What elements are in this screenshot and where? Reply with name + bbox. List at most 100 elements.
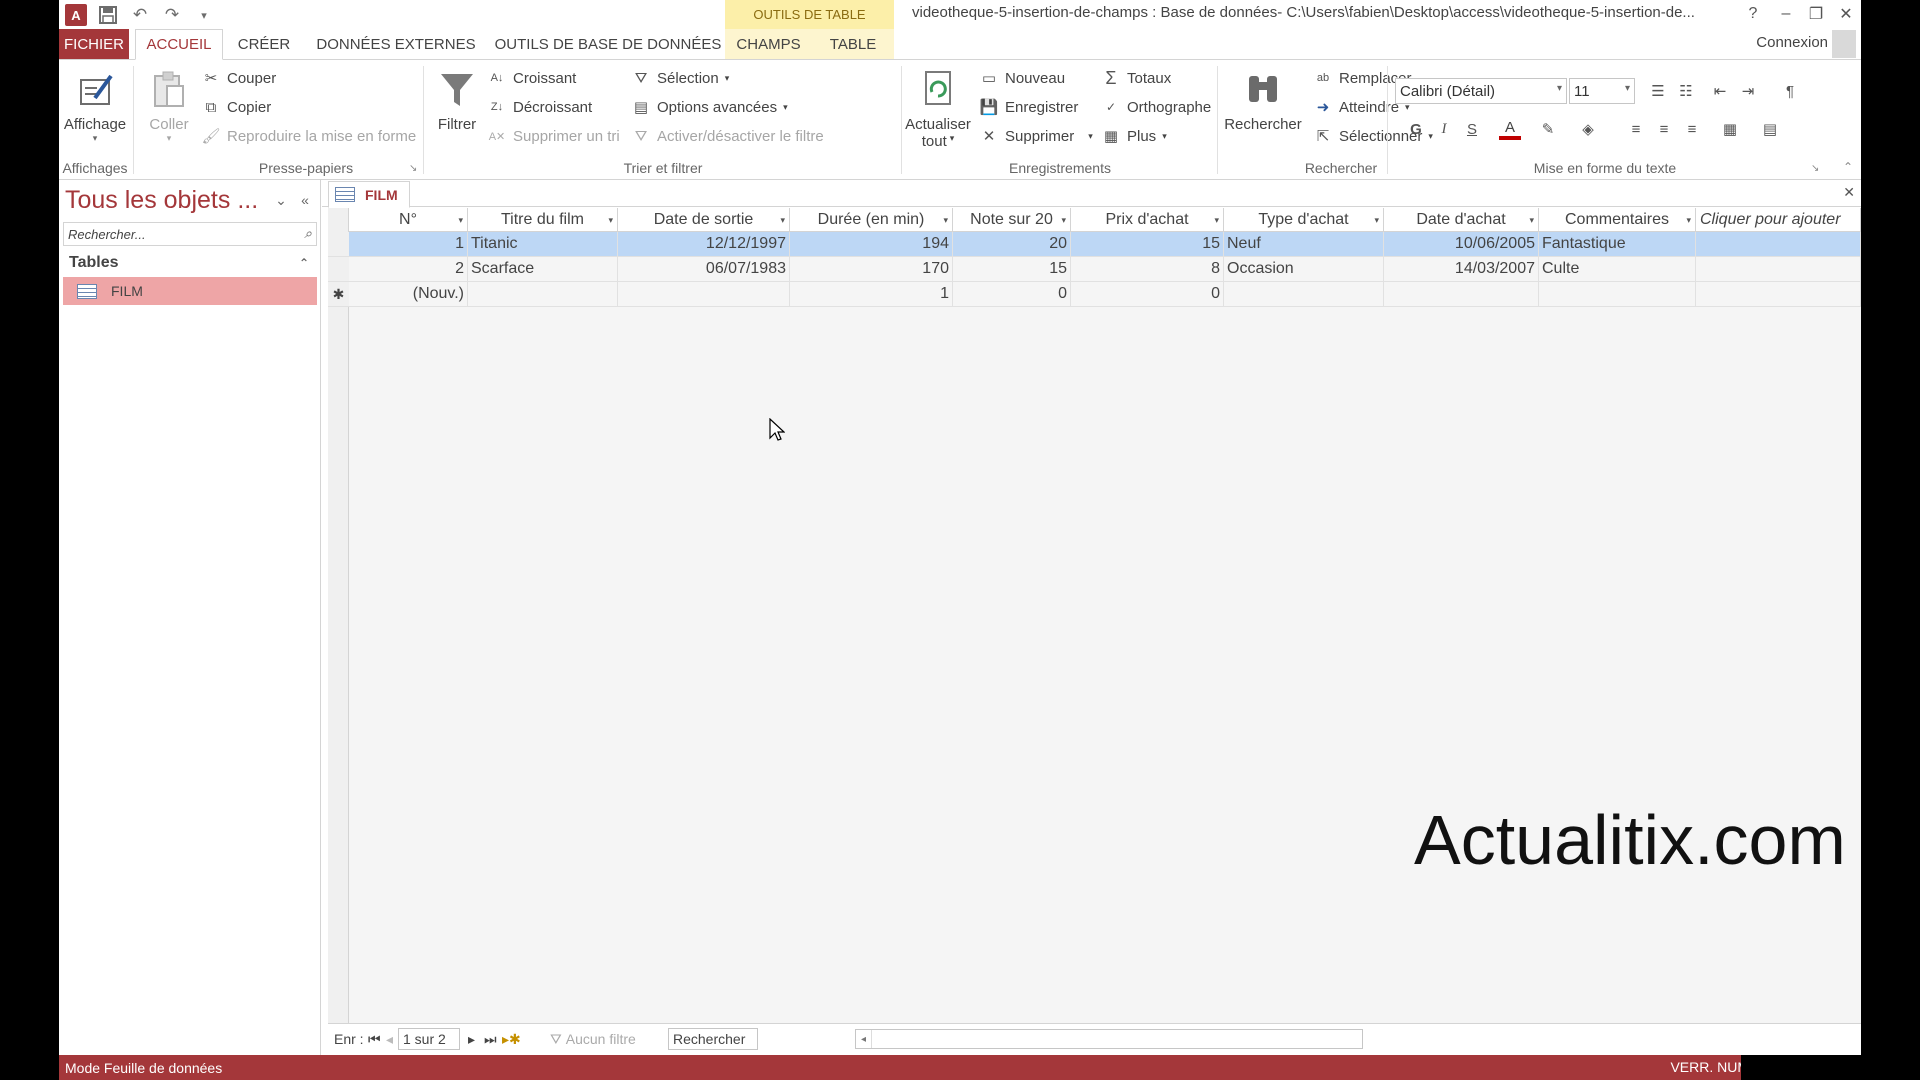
align-right-icon[interactable]: ≡ <box>1681 118 1703 140</box>
rechercher-button[interactable]: Rechercher <box>1221 68 1305 133</box>
scroll-left-icon[interactable]: ◂ <box>856 1030 872 1048</box>
bold-button[interactable]: G <box>1405 118 1427 140</box>
column-dropdown-icon[interactable]: ▾ <box>943 215 948 226</box>
enregistrer-button[interactable]: 💾 Enregistrer <box>979 97 1079 117</box>
cell-note-sur-20[interactable]: 15 <box>953 257 1071 282</box>
cell-titre-du-film[interactable] <box>468 282 618 307</box>
cell-numero[interactable]: (Nouv.) <box>349 282 468 307</box>
column-dropdown-icon[interactable]: ▾ <box>608 215 613 226</box>
cell-commentaires[interactable]: Fantastique <box>1539 232 1696 257</box>
plus-button[interactable]: ▦ Plus ▾ <box>1101 126 1167 146</box>
horizontal-scrollbar[interactable]: ◂ <box>855 1029 1363 1049</box>
cell-date-achat[interactable]: 14/03/2007 <box>1384 257 1539 282</box>
cell-note-sur-20[interactable]: 20 <box>953 232 1071 257</box>
cell-titre-du-film[interactable]: Titanic <box>468 232 618 257</box>
cell-type-achat[interactable] <box>1224 282 1384 307</box>
record-selector[interactable]: ✱ <box>328 282 349 307</box>
record-position-input[interactable]: 1 sur 2 <box>398 1028 460 1050</box>
cell-prix-achat[interactable]: 8 <box>1071 257 1224 282</box>
tab-fichier[interactable]: FICHIER <box>59 29 129 60</box>
numbering-icon[interactable]: ☷ <box>1675 80 1697 102</box>
undo-icon[interactable]: ↶ <box>129 4 151 26</box>
cell-date-achat[interactable]: 10/06/2005 <box>1384 232 1539 257</box>
cell-cliquer-pour-ajouter[interactable] <box>1696 257 1861 282</box>
tab-champs[interactable]: CHAMPS <box>725 29 812 60</box>
first-record-icon[interactable]: ⏮ <box>368 1028 381 1050</box>
tab-accueil[interactable]: ACCUEIL <box>135 29 223 60</box>
record-selector[interactable] <box>328 232 349 257</box>
nav-menu-icon[interactable]: ⌄ <box>271 190 291 210</box>
cell-date-de-sortie[interactable] <box>618 282 790 307</box>
copier-button[interactable]: ⧉ Copier <box>201 97 272 117</box>
collapse-ribbon-icon[interactable]: ⌃ <box>1843 160 1853 174</box>
column-header-type-achat[interactable]: Type d'achat ▾ <box>1224 208 1384 232</box>
column-header-numero[interactable]: N° ▾ <box>349 208 468 232</box>
close-document-icon[interactable]: ✕ <box>1843 184 1855 201</box>
filtrer-button[interactable]: Filtrer <box>427 68 487 133</box>
restore-button[interactable]: ❐ <box>1801 2 1831 26</box>
customize-qat-icon[interactable]: ▾ <box>193 4 215 26</box>
cell-commentaires[interactable] <box>1539 282 1696 307</box>
cell-prix-achat[interactable]: 15 <box>1071 232 1224 257</box>
document-tab-film[interactable]: FILM <box>328 181 410 208</box>
align-center-icon[interactable]: ≡ <box>1653 118 1675 140</box>
previous-record-icon[interactable]: ◂ <box>386 1028 393 1050</box>
alternate-row-color-icon[interactable]: ▤ <box>1759 118 1781 140</box>
reproduire-mise-en-forme-button[interactable]: 🖌 Reproduire la mise en forme <box>201 126 416 146</box>
font-size-select[interactable]: 11 ▾ <box>1569 78 1635 104</box>
gridlines-icon[interactable]: ▦ <box>1719 118 1741 140</box>
selection-button[interactable]: ⛛ Sélection ▾ <box>631 68 730 88</box>
column-dropdown-icon[interactable]: ▾ <box>1529 215 1534 226</box>
indent-increase-icon[interactable]: ⇥ <box>1737 80 1759 102</box>
nav-section-tables[interactable]: Tables ⌃ <box>63 250 317 276</box>
cell-duree[interactable]: 170 <box>790 257 953 282</box>
save-icon[interactable] <box>97 4 119 26</box>
cell-duree[interactable]: 194 <box>790 232 953 257</box>
column-dropdown-icon[interactable]: ▾ <box>1214 215 1219 226</box>
collapse-pane-icon[interactable]: « <box>295 190 315 210</box>
nav-pane-title[interactable]: Tous les objets ... <box>65 186 258 215</box>
dialog-launcher-icon[interactable]: ↘ <box>1811 163 1819 174</box>
column-dropdown-icon[interactable]: ▾ <box>780 215 785 226</box>
new-record-nav-icon[interactable]: ▸✱ <box>502 1028 521 1050</box>
affichage-button[interactable]: Affichage ▾ <box>59 68 131 144</box>
column-header-note-sur-20[interactable]: Note sur 20 ▾ <box>953 208 1071 232</box>
nouveau-button[interactable]: ▭ Nouveau <box>979 68 1065 88</box>
highlight-icon[interactable]: ✎ <box>1537 118 1559 140</box>
avatar[interactable] <box>1832 30 1856 58</box>
couper-button[interactable]: ✂ Couper <box>201 68 277 88</box>
activer-filtre-button[interactable]: ⛛ Activer/désactiver le filtre <box>631 126 824 146</box>
next-record-icon[interactable]: ▸ <box>468 1028 475 1050</box>
column-dropdown-icon[interactable]: ▾ <box>1061 215 1066 226</box>
align-left-icon[interactable]: ≡ <box>1625 118 1647 140</box>
cell-type-achat[interactable]: Neuf <box>1224 232 1384 257</box>
supprimer-button[interactable]: ✕ Supprimer ▾ <box>979 126 1093 146</box>
background-color-icon[interactable]: ◈ <box>1577 118 1599 140</box>
orthographe-button[interactable]: ✓ Orthographe <box>1101 97 1211 117</box>
column-dropdown-icon[interactable]: ▾ <box>1686 215 1691 226</box>
indent-decrease-icon[interactable]: ⇤ <box>1709 80 1731 102</box>
actualiser-tout-button[interactable]: Actualiser tout ▾ <box>905 68 971 150</box>
record-selector[interactable] <box>328 257 349 282</box>
underline-button[interactable]: S <box>1461 118 1483 140</box>
italic-button[interactable]: I <box>1433 118 1455 140</box>
cell-cliquer-pour-ajouter[interactable] <box>1696 282 1861 307</box>
column-header-prix-achat[interactable]: Prix d'achat ▾ <box>1071 208 1224 232</box>
search-icon[interactable]: ⌕ <box>304 225 312 242</box>
font-name-select[interactable]: Calibri (Détail) ▾ <box>1395 78 1567 104</box>
cell-cliquer-pour-ajouter[interactable] <box>1696 232 1861 257</box>
nav-item-film[interactable]: FILM <box>63 277 317 305</box>
tab-outils-base-de-donnees[interactable]: OUTILS DE BASE DE DONNÉES <box>491 29 725 60</box>
column-header-cliquer-pour-ajouter[interactable]: Cliquer pour ajouter <box>1696 208 1861 232</box>
help-button[interactable]: ? <box>1738 2 1768 26</box>
redo-icon[interactable]: ↷ <box>161 4 183 26</box>
no-filter-indicator[interactable]: ⛛ Aucun filtre <box>550 1028 636 1050</box>
cell-date-de-sortie[interactable]: 12/12/1997 <box>618 232 790 257</box>
record-search-input[interactable]: Rechercher <box>668 1028 758 1050</box>
connexion-link[interactable]: Connexion <box>1756 34 1828 51</box>
tab-table[interactable]: TABLE <box>812 29 894 60</box>
cell-duree[interactable]: 1 <box>790 282 953 307</box>
column-header-date-achat[interactable]: Date d'achat ▾ <box>1384 208 1539 232</box>
cell-date-achat[interactable] <box>1384 282 1539 307</box>
coller-button[interactable]: Coller ▾ <box>141 68 197 144</box>
